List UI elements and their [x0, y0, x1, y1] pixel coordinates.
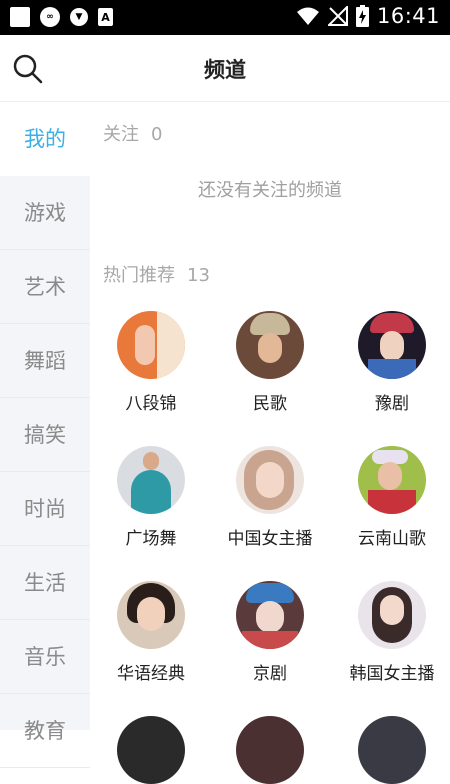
link-notification-icon: ∞: [40, 7, 60, 27]
no-signal-icon: [327, 6, 348, 26]
channel-name: 京剧: [253, 664, 287, 684]
channel-item[interactable]: 韩国女主播: [331, 581, 450, 684]
channel-name: 广场舞: [125, 529, 177, 549]
channel-name: 民歌: [253, 394, 287, 414]
channel-name: 云南山歌: [358, 529, 426, 549]
channel-item[interactable]: 中国女主播: [209, 446, 331, 549]
channel-name: 豫剧: [375, 394, 409, 414]
channel-name: 中国女主播: [227, 529, 313, 549]
channel-item[interactable]: 豫剧: [331, 311, 450, 414]
channel-item[interactable]: [90, 716, 212, 784]
sidebar-item-dance[interactable]: 舞蹈: [0, 324, 90, 398]
hot-section-title: 热门推荐 13: [103, 261, 210, 287]
sidebar-item-games[interactable]: 游戏: [0, 176, 90, 250]
sidebar-item-art[interactable]: 艺术: [0, 250, 90, 324]
system-indicators: 16:41: [296, 4, 440, 28]
channel-item[interactable]: 华语经典: [90, 581, 212, 684]
channel-avatar: [117, 311, 185, 379]
channel-avatar: [236, 716, 304, 784]
channel-avatar: [236, 581, 304, 649]
channel-item[interactable]: 云南山歌: [331, 446, 450, 549]
wifi-icon: [296, 7, 319, 25]
channel-avatar: [236, 446, 304, 514]
channel-name: 韩国女主播: [349, 664, 435, 684]
header: 频道: [0, 35, 450, 102]
status-bar: ∞ ▼ A 16:41: [0, 0, 450, 35]
channel-avatar: [117, 581, 185, 649]
channel-item[interactable]: 八段锦: [90, 311, 212, 414]
hot-label: 热门推荐: [103, 265, 175, 286]
channel-item[interactable]: 民歌: [209, 311, 331, 414]
following-count: 0: [151, 124, 163, 145]
channel-avatar: [358, 581, 426, 649]
app-notification-icon: [10, 7, 30, 27]
channel-avatar: [358, 716, 426, 784]
sidebar-item-mine[interactable]: 我的: [0, 102, 90, 176]
following-label: 关注: [103, 124, 139, 145]
channel-avatar: [117, 446, 185, 514]
channel-name: 八段锦: [125, 394, 177, 414]
channel-item[interactable]: [331, 716, 450, 784]
following-section-title: 关注 0: [103, 120, 162, 146]
channel-item[interactable]: [209, 716, 331, 784]
channel-avatar: [358, 446, 426, 514]
channel-avatar: [117, 716, 185, 784]
channel-name: 华语经典: [117, 664, 185, 684]
sidebar-item-life[interactable]: 生活: [0, 546, 90, 620]
channel-avatar: [236, 311, 304, 379]
channel-content: 关注 0 还没有关注的频道 热门推荐 13 八段锦 民歌 豫剧 广场舞 中国女主…: [90, 102, 450, 784]
clock: 16:41: [376, 4, 440, 28]
channel-avatar: [358, 311, 426, 379]
channel-item[interactable]: 广场舞: [90, 446, 212, 549]
shield-notification-icon: ▼: [70, 8, 88, 26]
page-title: 频道: [204, 58, 246, 82]
sidebar-item-fashion[interactable]: 时尚: [0, 472, 90, 546]
notification-icons: ∞ ▼ A: [10, 7, 113, 27]
following-empty-text: 还没有关注的频道: [198, 180, 342, 201]
channel-item[interactable]: 京剧: [209, 581, 331, 684]
hot-count: 13: [187, 265, 210, 286]
sidebar-item-funny[interactable]: 搞笑: [0, 398, 90, 472]
a-notification-icon: A: [98, 8, 113, 26]
category-sidebar: 我的 游戏 艺术 舞蹈 搞笑 时尚 生活 音乐 教育: [0, 102, 90, 768]
battery-icon: [355, 5, 369, 27]
sidebar-item-education[interactable]: 教育: [0, 694, 90, 768]
sidebar-item-music[interactable]: 音乐: [0, 620, 90, 694]
